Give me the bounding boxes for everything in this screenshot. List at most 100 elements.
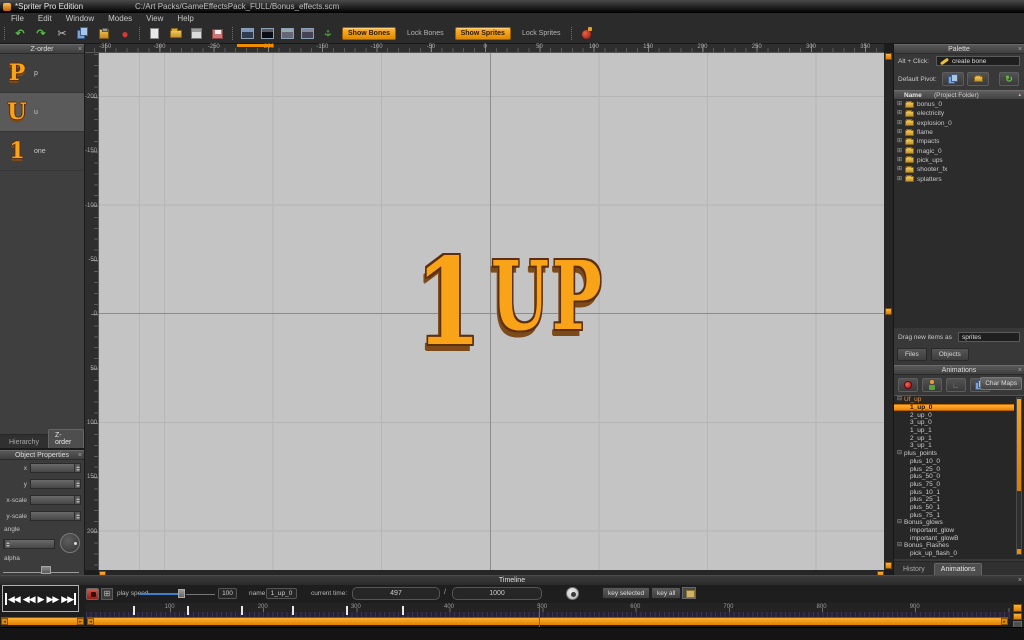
angle-snap-button[interactable]: ∟: [946, 378, 966, 392]
z-order-tab[interactable]: Hierarchy: [3, 437, 45, 448]
ruler-marker[interactable]: [237, 44, 273, 47]
menu-item[interactable]: Edit: [31, 14, 59, 23]
expand-icon[interactable]: [897, 176, 902, 183]
alpha-slider-handle[interactable]: [41, 566, 51, 574]
folder-row[interactable]: electricity: [894, 109, 1024, 118]
record-icon[interactable]: ●: [118, 27, 132, 41]
z-order-header[interactable]: Z-order ×: [0, 44, 84, 54]
char-maps-button[interactable]: Char Maps: [980, 377, 1022, 390]
transport-button[interactable]: ▶▶: [46, 593, 58, 605]
keyframe-marker[interactable]: [346, 606, 348, 615]
key-icon[interactable]: [566, 587, 579, 600]
horizontal-ruler[interactable]: [85, 44, 884, 53]
scroll-down-arrow[interactable]: [1017, 549, 1021, 554]
fullscreen-icon[interactable]: ↔ ↕: [321, 27, 335, 40]
spinner[interactable]: [74, 480, 80, 488]
scroll-marker[interactable]: [885, 562, 892, 569]
animation-item[interactable]: 2_up_0: [894, 411, 1014, 419]
spinner[interactable]: [74, 496, 80, 504]
title-bar[interactable]: *Spriter Pro Edition C:/Art Packs/GameEf…: [0, 0, 1024, 13]
collapse-icon[interactable]: [897, 396, 902, 403]
close-icon[interactable]: ×: [78, 45, 82, 54]
scrollbar-thumb[interactable]: [1017, 399, 1021, 491]
folder-row[interactable]: impacts: [894, 137, 1024, 146]
keyframe-marker[interactable]: [187, 606, 189, 615]
animation-item[interactable]: plus_75_0: [894, 481, 1014, 489]
play-speed-slider[interactable]: [140, 593, 178, 595]
animation-item[interactable]: plus_25_1: [894, 496, 1014, 504]
left-panel-scrollbar[interactable]: ◂ ▸: [1, 617, 84, 625]
menu-item[interactable]: Help: [170, 14, 200, 23]
expand-icon[interactable]: [897, 110, 902, 117]
z-order-tab[interactable]: Z-order: [48, 429, 84, 448]
animation-item[interactable]: important_glowB: [894, 534, 1014, 542]
key-selected-button[interactable]: key selected: [602, 587, 650, 599]
object-properties-header[interactable]: Object Properties ×: [0, 450, 84, 460]
new-file-icon[interactable]: [148, 27, 162, 40]
menu-item[interactable]: View: [139, 14, 170, 23]
animation-item[interactable]: 2_up_1: [894, 434, 1014, 442]
expand-icon[interactable]: [897, 129, 902, 136]
transport-button[interactable]: ◀◀: [5, 593, 20, 605]
expand-icon[interactable]: [897, 138, 902, 145]
animation-item[interactable]: Bonus_Flashes: [894, 542, 1014, 550]
animation-item[interactable]: plus_10_0: [894, 458, 1014, 466]
keyframe-marker[interactable]: [133, 606, 135, 615]
show-sprites-button[interactable]: Show Sprites: [455, 27, 511, 40]
scroll-left-arrow[interactable]: ◂: [1, 618, 8, 625]
spinner[interactable]: [74, 512, 80, 520]
alpha-slider[interactable]: [3, 565, 79, 575]
palette-tab[interactable]: Files: [897, 348, 927, 361]
animation-item[interactable]: 1_up_1: [894, 427, 1014, 435]
key-all-button[interactable]: key all: [651, 587, 681, 599]
spinner[interactable]: [4, 540, 10, 548]
play-speed-handle[interactable]: [178, 589, 185, 598]
animation-item[interactable]: 1_up_0: [894, 404, 1014, 412]
folder-row[interactable]: explosion_0: [894, 119, 1024, 128]
snap-grid-button[interactable]: ⊞: [101, 588, 113, 600]
close-icon[interactable]: ×: [1018, 576, 1022, 585]
animation-item[interactable]: 3_up_0: [894, 419, 1014, 427]
copy-icon[interactable]: [76, 27, 90, 40]
pivot-folder-button[interactable]: [967, 72, 989, 86]
property-input[interactable]: [30, 479, 81, 489]
animations-tab[interactable]: Animations: [934, 563, 983, 575]
keyframe-marker[interactable]: [241, 606, 243, 615]
animation-item[interactable]: 3_up_1: [894, 442, 1014, 450]
animation-item[interactable]: Uf_up: [894, 396, 1014, 404]
animation-item[interactable]: plus_25_0: [894, 465, 1014, 473]
save-as-icon[interactable]: [211, 27, 225, 40]
auto-key-button[interactable]: [86, 588, 99, 600]
animation-item[interactable]: pick_up_flash_0: [894, 550, 1014, 558]
menu-item[interactable]: Modes: [101, 14, 139, 23]
animation-item[interactable]: Bonus_glows: [894, 519, 1014, 527]
pivot-files-button[interactable]: [942, 72, 964, 86]
keyframe-marker[interactable]: [292, 606, 294, 615]
expand-icon[interactable]: [897, 148, 902, 155]
transport-button[interactable]: ◀◀: [23, 593, 35, 605]
vertical-ruler[interactable]: [85, 53, 99, 570]
palette-header[interactable]: Palette ×: [894, 44, 1024, 54]
save-icon[interactable]: [190, 27, 204, 40]
folder-row[interactable]: splatters: [894, 174, 1024, 183]
refresh-button[interactable]: ↻: [999, 72, 1019, 86]
timeline-scrollbar[interactable]: ◂ ▸: [87, 617, 1008, 625]
open-folder-icon[interactable]: [169, 27, 183, 40]
preview-view-icon[interactable]: [301, 28, 314, 39]
folder-row[interactable]: pick_ups: [894, 156, 1024, 165]
spinner[interactable]: [74, 464, 80, 472]
name-column-header[interactable]: Name (Project Folder): [894, 90, 1024, 100]
collapse-icon[interactable]: [897, 519, 902, 526]
animation-item[interactable]: plus_points: [894, 450, 1014, 458]
total-time-input[interactable]: 1000: [452, 587, 542, 600]
redo-icon[interactable]: ↷: [34, 27, 48, 41]
animation-canvas[interactable]: 1 UP: [99, 53, 884, 570]
animation-item[interactable]: plus_10_1: [894, 488, 1014, 496]
transport-button[interactable]: ▶: [38, 593, 44, 605]
animation-item[interactable]: plus_50_0: [894, 473, 1014, 481]
folder-row[interactable]: bonus_0: [894, 100, 1024, 109]
z-order-item[interactable]: 1 one: [0, 132, 84, 171]
effects-icon[interactable]: [580, 27, 593, 40]
view-mode-icon[interactable]: [241, 28, 254, 39]
animation-name-input[interactable]: 1_up_0: [266, 588, 297, 599]
